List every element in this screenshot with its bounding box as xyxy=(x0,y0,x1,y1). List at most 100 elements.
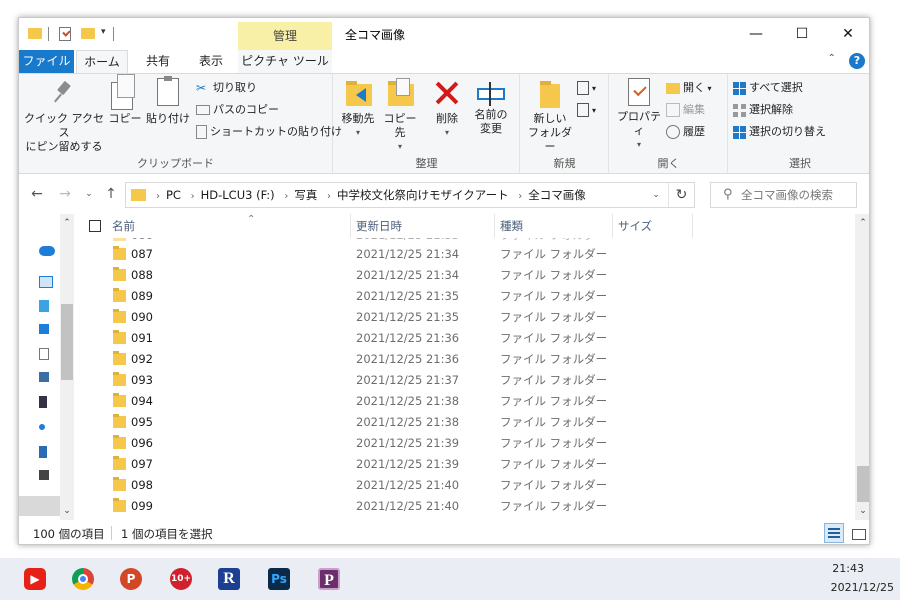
table-row[interactable]: 092 2021/12/25 21:36 ファイル フォルダー xyxy=(75,349,855,370)
customize-toolbar-icon[interactable]: ▾ xyxy=(101,27,106,43)
history-button[interactable]: 履歴 xyxy=(666,122,705,142)
new-folder-button[interactable]: 新しい フォルダー xyxy=(525,78,575,154)
table-row[interactable]: 094 2021/12/25 21:38 ファイル フォルダー xyxy=(75,391,855,412)
tab-share[interactable]: 共有 xyxy=(134,50,182,73)
scroll-up-icon[interactable]: ⌃ xyxy=(855,218,869,228)
taskbar-youtube[interactable]: ▶ xyxy=(18,564,52,598)
large-icons-view-icon[interactable] xyxy=(848,523,868,543)
close-button[interactable]: ✕ xyxy=(825,18,869,50)
search-input[interactable]: ⚲ 全コマ画像の検索 xyxy=(710,182,857,208)
back-arrow-icon[interactable]: ← xyxy=(27,184,47,204)
help-icon[interactable]: ? xyxy=(849,53,865,69)
chevron-right-icon[interactable]: › xyxy=(284,191,288,202)
table-row[interactable]: 097 2021/12/25 21:39 ファイル フォルダー xyxy=(75,454,855,475)
table-row[interactable]: 099 2021/12/25 21:40 ファイル フォルダー xyxy=(75,496,855,517)
column-type[interactable]: 種類 xyxy=(495,214,613,238)
taskbar-photoshop[interactable]: Ps xyxy=(262,564,296,598)
maximize-button[interactable]: ☐ xyxy=(779,18,825,50)
properties-button[interactable]: プロパティ ▾ xyxy=(614,78,664,152)
nav-scrollbar[interactable]: ⌃ ⌄ xyxy=(60,214,74,520)
minimize-button[interactable]: — xyxy=(733,18,779,50)
column-name[interactable]: 名前 ⌃ xyxy=(107,214,351,238)
pin-quick-access-button[interactable]: クイック アクセス にピン留めする xyxy=(23,78,105,154)
tab-picture-tools[interactable]: ピクチャ ツール xyxy=(238,50,332,73)
new-item-button[interactable]: ▾ xyxy=(577,78,596,98)
address-bar[interactable]: › PC › HD-LCU3 (F:) › 写真 › 中学校文化祭向けモザイクアート ›… xyxy=(125,182,695,208)
onedrive-icon[interactable] xyxy=(39,246,55,256)
taskbar-r-app[interactable]: R xyxy=(212,564,246,598)
select-none-button[interactable]: 選択解除 xyxy=(733,100,793,120)
tab-file[interactable]: ファイル xyxy=(19,50,74,73)
breadcrumb-photos[interactable]: 写真 xyxy=(294,188,317,202)
paste-shortcut-button[interactable]: ショートカットの貼り付け xyxy=(196,122,342,142)
scroll-thumb[interactable] xyxy=(857,466,869,502)
up-arrow-icon[interactable]: ↑ xyxy=(101,184,121,204)
taskbar-app-10plus[interactable]: 10+ xyxy=(164,564,198,598)
new-folder-quick-icon[interactable] xyxy=(81,28,95,39)
copy-button[interactable]: コピー xyxy=(107,74,143,126)
clock-date[interactable]: 2021/12/25 xyxy=(831,581,894,594)
nav-scroll-up-icon[interactable]: ⌃ xyxy=(60,218,74,228)
select-all-checkbox[interactable] xyxy=(89,220,101,232)
recent-locations-icon[interactable]: ⌄ xyxy=(79,184,99,204)
table-row[interactable]: 090 2021/12/25 21:35 ファイル フォルダー xyxy=(75,307,855,328)
minimize-ribbon-icon[interactable]: ⌃ xyxy=(828,53,842,64)
chevron-right-icon[interactable]: › xyxy=(191,191,195,202)
open-button[interactable]: 開く ▾ xyxy=(666,78,712,98)
easy-access-button[interactable]: ▾ xyxy=(577,100,596,120)
table-row[interactable]: 098 2021/12/25 21:40 ファイル フォルダー xyxy=(75,475,855,496)
edit-button[interactable]: 編集 xyxy=(666,100,705,120)
selected-drive-item[interactable] xyxy=(19,496,60,516)
delete-button[interactable]: 削除 ▾ xyxy=(430,78,464,140)
nav-scroll-thumb[interactable] xyxy=(61,304,73,380)
refresh-icon[interactable]: ↻ xyxy=(668,183,694,207)
table-row[interactable]: 089 2021/12/25 21:35 ファイル フォルダー xyxy=(75,286,855,307)
table-row[interactable]: 091 2021/12/25 21:36 ファイル フォルダー xyxy=(75,328,855,349)
tab-view[interactable]: 表示 xyxy=(187,50,235,73)
local-disk-icon[interactable] xyxy=(39,470,49,480)
chevron-right-icon[interactable]: › xyxy=(327,191,331,202)
videos-icon[interactable] xyxy=(39,396,47,408)
chevron-right-icon[interactable]: › xyxy=(518,191,522,202)
paste-button[interactable]: 貼り付け xyxy=(145,76,191,126)
documents-icon[interactable] xyxy=(39,348,49,360)
breadcrumb-mosaic-art[interactable]: 中学校文化祭向けモザイクアート xyxy=(337,188,509,202)
column-date[interactable]: 更新日時 xyxy=(351,214,495,238)
table-row[interactable]: 093 2021/12/25 21:37 ファイル フォルダー xyxy=(75,370,855,391)
column-size[interactable]: サイズ xyxy=(613,214,693,238)
breadcrumb-all-frames[interactable]: 全コマ画像 xyxy=(528,188,586,202)
tab-manage[interactable]: 管理 xyxy=(238,22,332,50)
table-row[interactable]: 095 2021/12/25 21:38 ファイル フォルダー xyxy=(75,412,855,433)
table-row[interactable]: 088 2021/12/25 21:34 ファイル フォルダー xyxy=(75,265,855,286)
file-name: 087 xyxy=(131,247,153,261)
breadcrumb-drive[interactable]: HD-LCU3 (F:) xyxy=(201,188,275,202)
downloads-icon[interactable] xyxy=(39,324,49,334)
table-row[interactable]: 087 2021/12/25 21:34 ファイル フォルダー xyxy=(75,244,855,265)
taskbar-powerpoint[interactable]: P xyxy=(114,564,148,598)
properties-quick-icon[interactable] xyxy=(59,27,71,41)
taskbar-chrome[interactable] xyxy=(66,564,100,598)
desktop-folder-icon[interactable] xyxy=(39,446,47,458)
taskbar-p-app[interactable]: P xyxy=(312,564,346,598)
copy-to-button[interactable]: コピー先 ▾ xyxy=(380,78,420,154)
this-pc-icon[interactable] xyxy=(39,276,53,288)
tab-home[interactable]: ホーム xyxy=(76,50,128,74)
copy-path-button[interactable]: パスのコピー xyxy=(196,100,279,120)
invert-selection-button[interactable]: 選択の切り替え xyxy=(733,122,826,142)
forward-arrow-icon[interactable]: → xyxy=(55,184,75,204)
3d-objects-icon[interactable] xyxy=(39,300,49,312)
breadcrumb-pc[interactable]: PC xyxy=(166,188,181,202)
file-list-scrollbar[interactable]: ⌃ ⌄ xyxy=(855,214,869,520)
select-all-button[interactable]: すべて選択 xyxy=(733,78,803,98)
nav-scroll-down-icon[interactable]: ⌄ xyxy=(60,506,74,516)
details-view-icon[interactable] xyxy=(824,523,844,543)
music-icon[interactable] xyxy=(39,424,45,430)
scroll-down-icon[interactable]: ⌄ xyxy=(855,506,869,516)
table-row[interactable]: 096 2021/12/25 21:39 ファイル フォルダー xyxy=(75,433,855,454)
address-history-dropdown-icon[interactable]: ⌄ xyxy=(646,183,666,207)
pictures-icon[interactable] xyxy=(39,372,49,382)
rename-button[interactable]: 名前の 変更 xyxy=(470,78,512,136)
clock-time[interactable]: 21:43 xyxy=(832,562,864,575)
cut-button[interactable]: ✂ 切り取り xyxy=(196,78,257,98)
move-to-button[interactable]: 移動先 ▾ xyxy=(338,78,378,140)
